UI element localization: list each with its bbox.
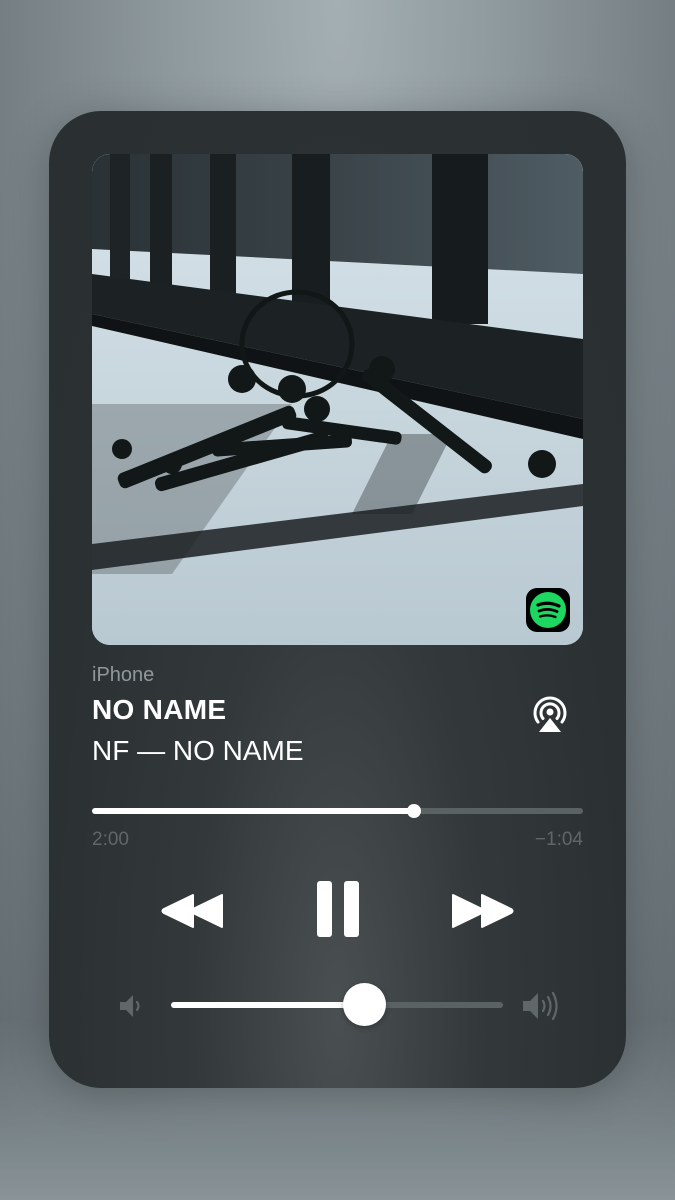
airplay-icon[interactable] [529, 694, 571, 736]
volume-high-icon [521, 989, 567, 1023]
fast-forward-icon[interactable] [449, 891, 515, 931]
volume-slider[interactable] [171, 983, 503, 1026]
pause-icon[interactable] [314, 879, 362, 939]
rewind-icon[interactable] [160, 891, 226, 931]
playback-scrubber[interactable] [92, 804, 583, 818]
album-artwork[interactable] [92, 154, 583, 645]
volume-low-icon [117, 991, 147, 1021]
scrubber-knob[interactable] [407, 804, 422, 818]
volume-level-fill [171, 1002, 364, 1008]
volume-knob[interactable] [342, 983, 386, 1026]
track-title: NO NAME [92, 694, 227, 725]
remaining-time: −1:04 [534, 829, 583, 850]
artwork-image [92, 154, 583, 645]
playback-source-label: iPhone [92, 664, 155, 686]
playback-progress-fill [92, 808, 415, 814]
artist-album-label: NF — NO NAME [92, 735, 304, 766]
now-playing-widget: iPhone NO NAME NF — NO NAME 2:00 −1:04 [49, 111, 626, 1088]
spotify-icon[interactable] [526, 588, 570, 632]
elapsed-time: 2:00 [92, 829, 129, 850]
